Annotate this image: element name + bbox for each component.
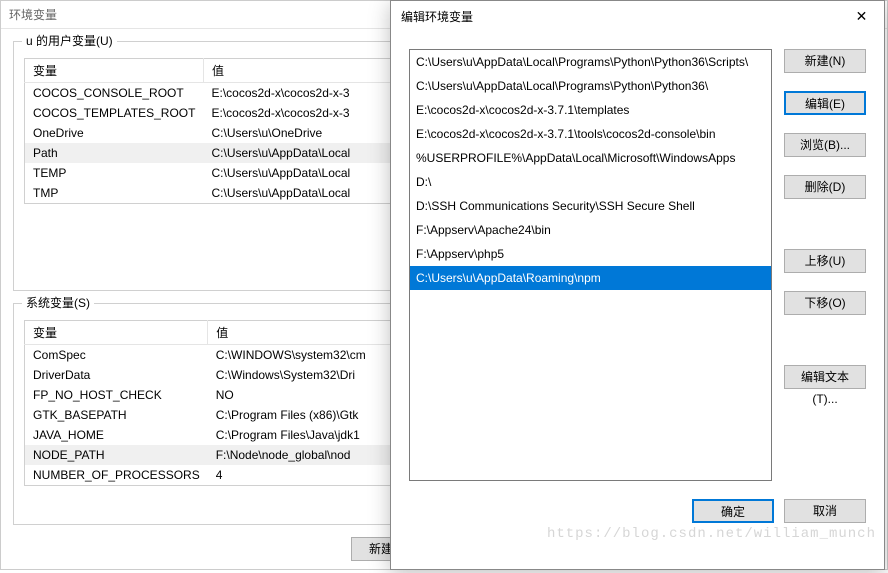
close-icon: ✕ xyxy=(856,8,868,25)
front-footer: 确定 取消 xyxy=(391,499,884,537)
new-button[interactable]: 新建(N) xyxy=(784,49,866,73)
side-buttons: 新建(N) 编辑(E) 浏览(B)... 删除(D) 上移(U) 下移(O) 编… xyxy=(784,49,866,481)
user-vars-title: u 的用户变量(U) xyxy=(22,32,117,49)
move-down-button[interactable]: 下移(O) xyxy=(784,291,866,315)
var-name-cell: COCOS_CONSOLE_ROOT xyxy=(25,83,204,104)
var-name-cell: DriverData xyxy=(25,365,208,385)
path-item[interactable]: E:\cocos2d-x\cocos2d-x-3.7.1\tools\cocos… xyxy=(410,122,771,146)
var-name-cell: ComSpec xyxy=(25,345,208,366)
close-button[interactable]: ✕ xyxy=(839,1,884,31)
col-var-name[interactable]: 变量 xyxy=(25,321,208,345)
edit-env-var-window: 编辑环境变量 ✕ C:\Users\u\AppData\Local\Progra… xyxy=(390,0,885,570)
path-item[interactable]: F:\Appserv\php5 xyxy=(410,242,771,266)
path-item[interactable]: C:\Users\u\AppData\Local\Programs\Python… xyxy=(410,74,771,98)
var-name-cell: OneDrive xyxy=(25,123,204,143)
var-name-cell: Path xyxy=(25,143,204,163)
var-name-cell: JAVA_HOME xyxy=(25,425,208,445)
cancel-button[interactable]: 取消 xyxy=(784,499,866,523)
var-name-cell: TEMP xyxy=(25,163,204,183)
path-list[interactable]: C:\Users\u\AppData\Local\Programs\Python… xyxy=(409,49,772,481)
front-window-title: 编辑环境变量 xyxy=(401,8,473,25)
var-name-cell: FP_NO_HOST_CHECK xyxy=(25,385,208,405)
path-item[interactable]: D:\SSH Communications Security\SSH Secur… xyxy=(410,194,771,218)
system-vars-title: 系统变量(S) xyxy=(22,294,94,311)
edit-text-button[interactable]: 编辑文本(T)... xyxy=(784,365,866,389)
front-body: C:\Users\u\AppData\Local\Programs\Python… xyxy=(391,31,884,499)
var-name-cell: GTK_BASEPATH xyxy=(25,405,208,425)
path-item[interactable]: D:\ xyxy=(410,170,771,194)
move-up-button[interactable]: 上移(U) xyxy=(784,249,866,273)
ok-button[interactable]: 确定 xyxy=(692,499,774,523)
var-name-cell: TMP xyxy=(25,183,204,204)
path-item[interactable]: %USERPROFILE%\AppData\Local\Microsoft\Wi… xyxy=(410,146,771,170)
delete-button[interactable]: 删除(D) xyxy=(784,175,866,199)
edit-button[interactable]: 编辑(E) xyxy=(784,91,866,115)
front-titlebar: 编辑环境变量 ✕ xyxy=(391,1,884,31)
path-item[interactable]: C:\Users\u\AppData\Roaming\npm xyxy=(410,266,771,290)
path-item[interactable]: F:\Appserv\Apache24\bin xyxy=(410,218,771,242)
path-item[interactable]: E:\cocos2d-x\cocos2d-x-3.7.1\templates xyxy=(410,98,771,122)
path-item[interactable]: C:\Users\u\AppData\Local\Programs\Python… xyxy=(410,50,771,74)
var-name-cell: COCOS_TEMPLATES_ROOT xyxy=(25,103,204,123)
browse-button[interactable]: 浏览(B)... xyxy=(784,133,866,157)
var-name-cell: NODE_PATH xyxy=(25,445,208,465)
var-name-cell: NUMBER_OF_PROCESSORS xyxy=(25,465,208,486)
col-var-name[interactable]: 变量 xyxy=(25,59,204,83)
